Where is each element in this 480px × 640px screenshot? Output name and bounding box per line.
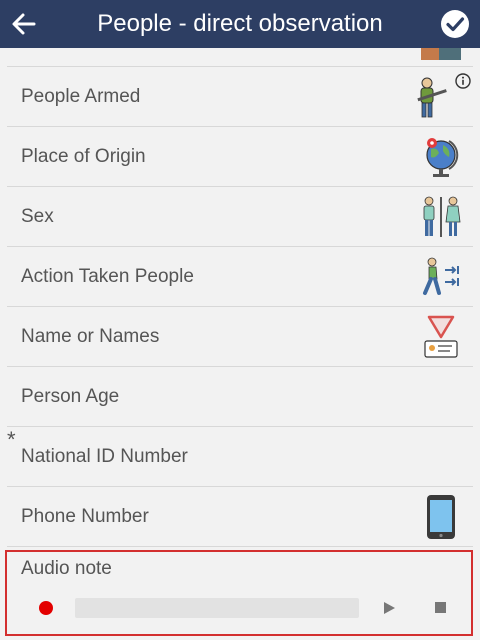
globe-icon: [426, 138, 459, 177]
required-marker: *: [7, 427, 16, 452]
field-people-armed[interactable]: People Armed: [7, 67, 473, 127]
armed-person-icon: [417, 77, 447, 118]
partial-icon: [421, 48, 461, 60]
field-phone-number[interactable]: Phone Number: [7, 487, 473, 547]
check-circle-icon[interactable]: [440, 9, 470, 39]
male-female-icon: [423, 196, 461, 237]
info-icon[interactable]: [455, 73, 471, 89]
field-label: Sex: [21, 206, 54, 227]
field-label: Person Age: [21, 386, 120, 407]
app-bar: People - direct observation: [0, 0, 480, 48]
field-label: Place of Origin: [21, 146, 146, 167]
form-field-list: People Armed Place of Origin Sex Action …: [0, 48, 480, 547]
smartphone-icon: [427, 495, 455, 539]
play-icon[interactable]: [381, 600, 397, 616]
audio-note-field: Audio note: [5, 550, 473, 636]
record-icon[interactable]: [39, 601, 53, 615]
field-place-of-origin[interactable]: Place of Origin: [7, 127, 473, 187]
id-badge-icon: [424, 315, 458, 358]
arrow-left-icon[interactable]: [10, 10, 38, 38]
walking-person-icon: [423, 257, 459, 295]
field-name-or-names[interactable]: Name or Names: [7, 307, 473, 367]
page-title: People - direct observation: [97, 10, 383, 37]
field-person-age[interactable]: Person Age: [7, 367, 473, 427]
audio-progress-bar[interactable]: [75, 598, 359, 618]
stop-icon[interactable]: [435, 602, 446, 613]
field-label: People Armed: [21, 86, 141, 107]
field-label: Action Taken People: [21, 266, 194, 287]
field-national-id-number[interactable]: * National ID Number: [7, 427, 473, 487]
field-sex[interactable]: Sex: [7, 187, 473, 247]
partial-field-row[interactable]: [7, 48, 473, 67]
field-label: Phone Number: [21, 506, 149, 527]
field-label: National ID Number: [21, 446, 188, 467]
audio-note-label: Audio note: [21, 558, 112, 579]
field-action-taken-people[interactable]: Action Taken People: [7, 247, 473, 307]
field-label: Name or Names: [21, 326, 160, 347]
